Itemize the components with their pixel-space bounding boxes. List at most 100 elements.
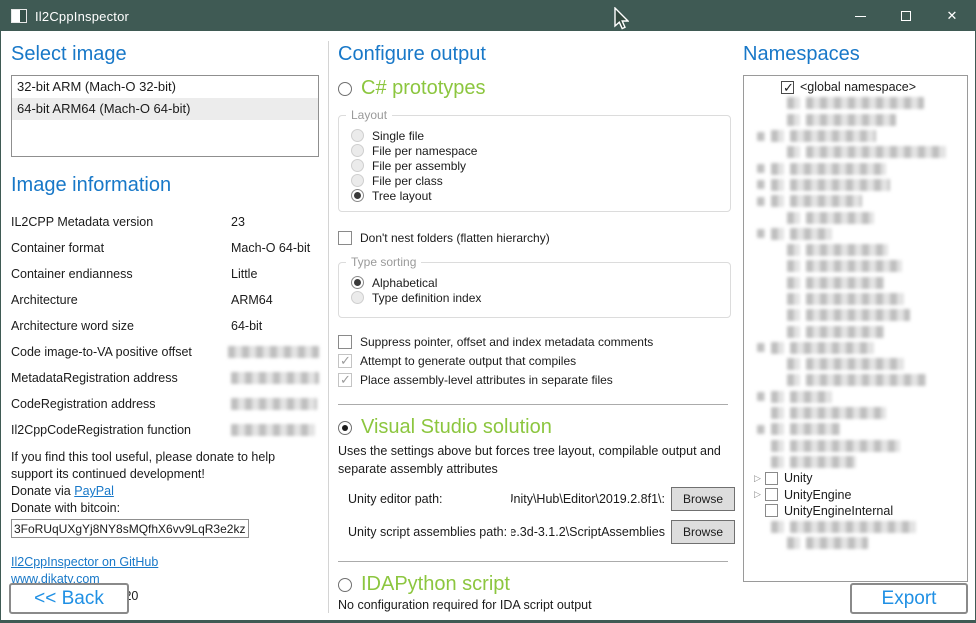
- image-info-table: IL2CPP Metadata version23Container forma…: [11, 209, 319, 443]
- github-link[interactable]: Il2CppInspector on GitHub: [11, 555, 158, 569]
- redacted-namespace-name: [806, 309, 910, 321]
- namespace-row-redacted[interactable]: [744, 372, 967, 388]
- option-row[interactable]: Tree layout: [351, 188, 720, 203]
- panel-configure-output: Configure output C# prototypes Layout Si…: [338, 31, 735, 620]
- close-icon: ✕: [947, 8, 958, 24]
- namespace-row[interactable]: ▷ UnityEngine: [744, 486, 967, 502]
- unity-editor-browse-button[interactable]: Browse: [671, 487, 735, 511]
- namespace-row-redacted[interactable]: [744, 128, 967, 144]
- unity-editor-path-value[interactable]: :\Unity\Hub\Editor\2019.2.8f1: [511, 492, 665, 506]
- namespace-row-redacted[interactable]: [744, 275, 967, 291]
- expand-arrow-icon[interactable]: [750, 132, 765, 141]
- namespace-checkbox[interactable]: [765, 488, 778, 501]
- redacted-namespace-name: [806, 326, 884, 338]
- triangle-glyph: ▷: [754, 474, 761, 483]
- flatten-hierarchy-checkbox[interactable]: [338, 231, 352, 245]
- redacted-checkbox: [787, 326, 800, 338]
- namespace-row-redacted[interactable]: [744, 226, 967, 242]
- namespace-row-redacted[interactable]: [744, 291, 967, 307]
- maximize-button[interactable]: [883, 1, 929, 31]
- namespace-row[interactable]: UnityEngineInternal: [744, 503, 967, 519]
- redacted-checkbox: [771, 521, 784, 533]
- namespace-row-redacted[interactable]: [744, 193, 967, 209]
- namespace-row-redacted[interactable]: [744, 454, 967, 470]
- namespace-checkbox[interactable]: [781, 81, 794, 94]
- close-button[interactable]: ✕: [929, 1, 975, 31]
- redacted-checkbox: [771, 163, 784, 175]
- info-label: CodeRegistration address: [11, 397, 231, 411]
- image-list-item[interactable]: 64-bit ARM64 (Mach-O 64-bit): [12, 98, 318, 120]
- visual-studio-label: Visual Studio solution: [361, 416, 552, 439]
- redacted-namespace-name: [806, 260, 902, 272]
- namespace-checkbox[interactable]: [765, 472, 778, 485]
- checkbox-suppress-pointer,[interactable]: [338, 335, 352, 349]
- radio-type-definition-index: [351, 291, 364, 304]
- info-label: Architecture word size: [11, 319, 231, 333]
- namespace-row-redacted[interactable]: [744, 519, 967, 535]
- info-value: ARM64: [231, 293, 273, 307]
- expand-arrow-icon[interactable]: ▷: [750, 474, 765, 483]
- namespace-row-redacted[interactable]: [744, 421, 967, 437]
- namespace-row-redacted[interactable]: [744, 258, 967, 274]
- unity-script-browse-button[interactable]: Browse: [671, 520, 735, 544]
- expand-arrow-icon[interactable]: [750, 392, 765, 401]
- unity-script-path-row: Unity script assemblies path: ate.3d-3.1…: [338, 520, 735, 544]
- checkbox-row[interactable]: Suppress pointer, offset and index metad…: [338, 332, 735, 351]
- option-row[interactable]: Alphabetical: [351, 275, 720, 290]
- namespace-row-redacted[interactable]: [744, 340, 967, 356]
- option-label: Tree layout: [372, 189, 432, 203]
- namespace-row-redacted[interactable]: [744, 95, 967, 111]
- expand-arrow-icon[interactable]: [750, 425, 765, 434]
- paypal-link[interactable]: PayPal: [74, 484, 114, 498]
- section-divider: [338, 561, 728, 562]
- namespace-row[interactable]: ▷Unity: [744, 470, 967, 486]
- unity-script-path-value[interactable]: ate.3d-3.1.2\ScriptAssemblies: [511, 525, 665, 539]
- radio-tree-layout[interactable]: [351, 189, 364, 202]
- namespace-row-redacted[interactable]: [744, 242, 967, 258]
- expand-arrow-icon[interactable]: [750, 343, 765, 352]
- expand-arrow-icon[interactable]: [750, 197, 765, 206]
- redacted-namespace-name: [806, 146, 946, 158]
- bitcoin-address-input[interactable]: [11, 519, 249, 538]
- namespace-row-redacted[interactable]: [744, 356, 967, 372]
- export-button[interactable]: Export: [850, 583, 968, 614]
- unity-editor-path-row: Unity editor path: :\Unity\Hub\Editor\20…: [338, 487, 735, 511]
- namespace-row-redacted[interactable]: [744, 535, 967, 551]
- namespace-row-redacted[interactable]: [744, 323, 967, 339]
- idapython-option[interactable]: IDAPython script: [338, 573, 735, 596]
- namespace-row[interactable]: <global namespace>: [744, 79, 967, 95]
- namespace-row-redacted[interactable]: [744, 389, 967, 405]
- idapython-label: IDAPython script: [361, 573, 510, 596]
- namespace-row-redacted[interactable]: [744, 112, 967, 128]
- flatten-hierarchy-option[interactable]: Don't nest folders (flatten hierarchy): [338, 228, 735, 247]
- radio-alphabetical[interactable]: [351, 276, 364, 289]
- namespace-row-redacted[interactable]: [744, 160, 967, 176]
- namespace-label: UnityEngine: [778, 488, 851, 502]
- csharp-prototypes-radio[interactable]: [338, 82, 352, 96]
- redacted-namespace-name: [790, 130, 876, 142]
- namespace-row-redacted[interactable]: [744, 144, 967, 160]
- image-info-row: MetadataRegistration address: [11, 365, 319, 391]
- namespace-row-redacted[interactable]: [744, 209, 967, 225]
- namespace-row-redacted[interactable]: [744, 438, 967, 454]
- expand-arrow-icon[interactable]: [750, 229, 765, 238]
- redacted-namespace-name: [806, 374, 926, 386]
- expand-arrow-icon[interactable]: ▷: [750, 490, 765, 499]
- namespace-row-redacted[interactable]: [744, 177, 967, 193]
- csharp-prototypes-option[interactable]: C# prototypes: [338, 77, 735, 100]
- namespace-checkbox[interactable]: [765, 504, 778, 517]
- image-list-item[interactable]: 32-bit ARM (Mach-O 32-bit): [12, 76, 318, 98]
- expand-arrow-icon[interactable]: [750, 164, 765, 173]
- bitcoin-label: Donate with bitcoin:: [11, 501, 120, 515]
- visual-studio-radio[interactable]: [338, 421, 352, 435]
- namespace-row-redacted[interactable]: [744, 307, 967, 323]
- redacted-arrow: [757, 180, 765, 189]
- visual-studio-option[interactable]: Visual Studio solution: [338, 416, 735, 439]
- namespace-row-redacted[interactable]: [744, 405, 967, 421]
- back-button[interactable]: << Back: [9, 583, 129, 614]
- expand-arrow-icon[interactable]: [750, 180, 765, 189]
- redacted-checkbox: [771, 456, 784, 468]
- minimize-button[interactable]: [837, 1, 883, 31]
- idapython-radio[interactable]: [338, 578, 352, 592]
- redacted-namespace-name: [790, 521, 916, 533]
